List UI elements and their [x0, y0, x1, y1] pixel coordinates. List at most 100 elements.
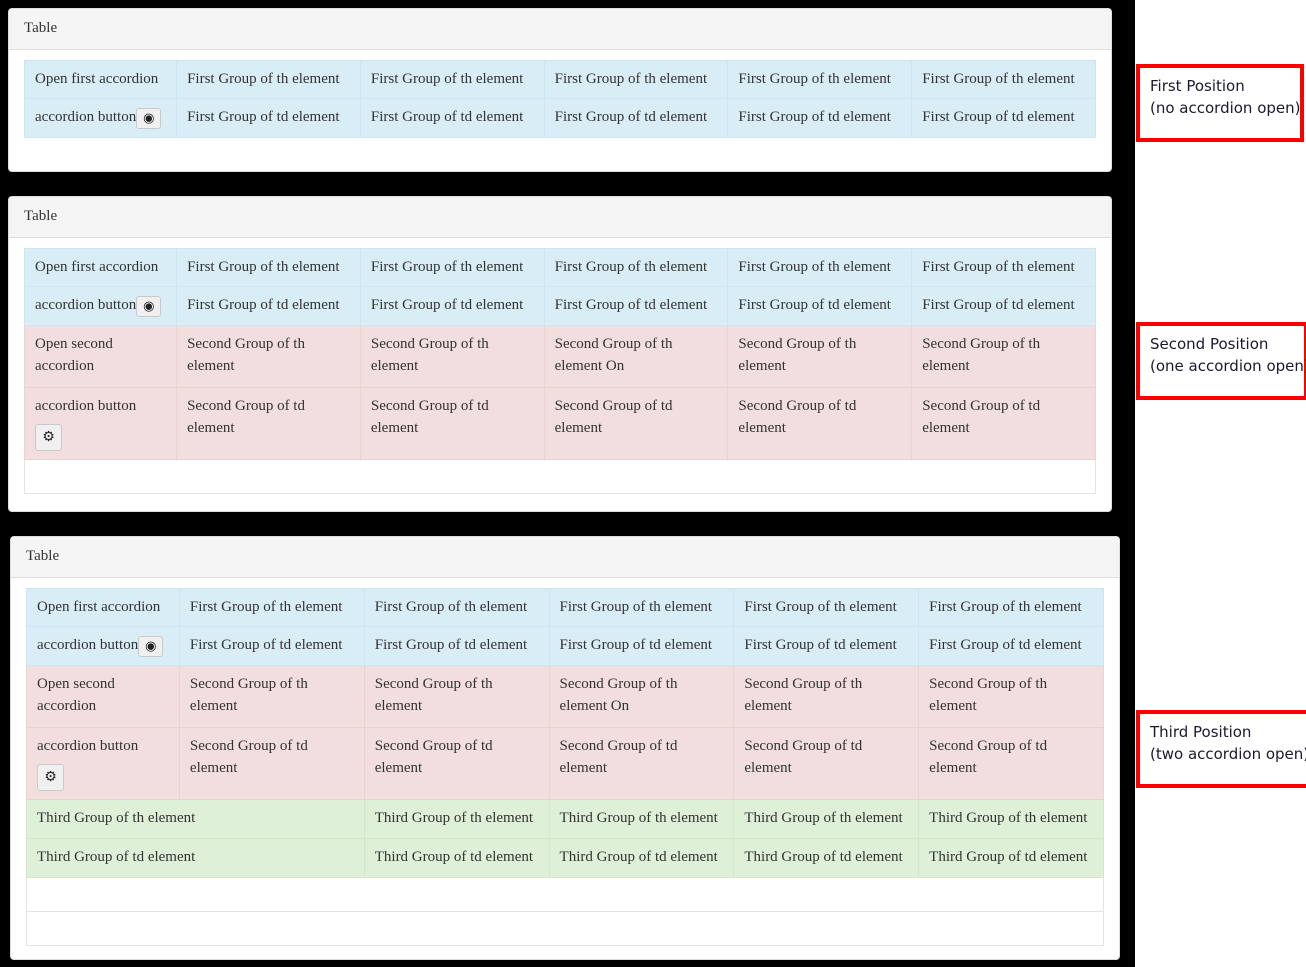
accordion-button-cell: accordion button ◉ [23, 98, 178, 139]
table-data-cell: First Group of td element [548, 626, 735, 667]
table-header-cell: Second Group of th element On [548, 665, 735, 729]
table-data-cell: First Group of td element [911, 286, 1096, 327]
table-row: Open second accordion Second Group of th… [23, 325, 1096, 389]
table-header-cell: First Group of th element [359, 59, 545, 100]
open-second-accordion-header[interactable]: Open second accordion [23, 325, 178, 389]
table-data-cell: First Group of td element [178, 626, 365, 667]
table-header-cell: First Group of th element [363, 587, 550, 628]
table-row: Open first accordion First Group of th e… [23, 59, 1096, 100]
eye-icon-button[interactable]: ◉ [138, 635, 164, 657]
table-header-cell: First Group of th element [548, 587, 735, 628]
callout-line-1: Third Position [1150, 723, 1252, 741]
annotation-callout-second-position: Second Position (one accordion open) [1136, 322, 1306, 400]
accordion-button-label: accordion button [37, 637, 139, 654]
table-row-empty [24, 459, 1096, 495]
empty-cell [26, 910, 1104, 946]
table-row-empty [26, 876, 1104, 912]
accordion-table: Open first accordion First Group of th e… [23, 59, 1096, 139]
table-row-empty [26, 910, 1104, 946]
panel-body: Open first accordion First Group of th e… [9, 50, 1111, 154]
accordion-button-cell: accordion button ⚙ [26, 727, 180, 801]
table-header-cell: Second Group of th element [178, 665, 365, 729]
table-data-cell: First Group of td element [359, 98, 545, 139]
screenshot-root: Table Open first accordion First Group o… [0, 0, 1306, 967]
open-second-accordion-header[interactable]: Open second accordion [26, 665, 180, 729]
empty-cell [26, 876, 1104, 912]
open-first-accordion-header[interactable]: Open first accordion [26, 587, 180, 628]
table-data-cell: Second Group of td element [911, 387, 1096, 461]
eye-icon: ◉ [145, 638, 157, 654]
table-data-cell: Third Group of td element [548, 838, 735, 878]
table-header-cell: First Group of th element [359, 247, 545, 288]
accordion-button-label: accordion button [35, 297, 137, 314]
table-header-cell: First Group of th element [727, 59, 913, 100]
table-panel-first-position: Table Open first accordion First Group o… [8, 8, 1112, 172]
accordion-button-label: accordion button [35, 109, 137, 126]
table-row: accordion button ◉ First Group of td elem… [26, 626, 1104, 667]
table-row: accordion button ◉ First Group of td elem… [23, 286, 1096, 327]
table-data-cell: Third Group of td element [26, 838, 365, 878]
table-data-cell: Third Group of td element [918, 838, 1104, 878]
table-header-cell: Third Group of th element [363, 799, 550, 840]
table-header-cell: First Group of th element [918, 587, 1104, 628]
table-data-cell: First Group of td element [543, 98, 729, 139]
accordion-button-cell: accordion button ⚙ [23, 387, 178, 461]
open-first-accordion-header[interactable]: Open first accordion [23, 247, 178, 288]
table-data-cell: First Group of td element [176, 98, 361, 139]
table-row: accordion button ⚙ Second Group of td ele… [23, 387, 1096, 461]
table-header-cell: First Group of th element [543, 247, 729, 288]
table-header-cell: Third Group of th element [26, 799, 365, 840]
table-data-cell: Second Group of td element [359, 387, 545, 461]
table-data-cell: Second Group of td element [918, 727, 1104, 801]
table-header-cell: Second Group of th element [363, 665, 550, 729]
eye-icon-button[interactable]: ◉ [136, 107, 162, 129]
table-data-cell: First Group of td element [363, 626, 550, 667]
table-data-cell: First Group of td element [727, 98, 913, 139]
panel-body: Open first accordion First Group of th e… [9, 238, 1111, 510]
table-data-cell: Second Group of td element [733, 727, 920, 801]
accordion-table: Open first accordion First Group of th e… [23, 247, 1096, 495]
callout-line-2: (no accordion open) [1150, 98, 1301, 117]
callout-line-2: (two accordion open) [1150, 744, 1306, 763]
table-data-cell: First Group of td element [911, 98, 1096, 139]
panel-title: Table [9, 197, 1111, 238]
annotation-callout-third-position: Third Position (two accordion open) [1136, 710, 1306, 788]
panel-title: Table [9, 9, 1111, 50]
table-header-cell: Third Group of th element [548, 799, 735, 840]
table-header-cell: First Group of th element [178, 587, 365, 628]
table-header-cell: First Group of th element [727, 247, 913, 288]
callout-line-2: (one accordion open) [1150, 356, 1306, 375]
table-header-cell: Second Group of th element [918, 665, 1104, 729]
table-data-cell: Second Group of td element [548, 727, 735, 801]
table-header-cell: First Group of th element [543, 59, 729, 100]
table-header-cell: Second Group of th element [733, 665, 920, 729]
table-data-cell: Second Group of td element [727, 387, 913, 461]
callout-line-1: First Position [1150, 77, 1245, 95]
table-row: accordion button ◉ First Group of td elem… [23, 98, 1096, 139]
annotation-callout-first-position: First Position (no accordion open) [1136, 64, 1304, 142]
table-header-cell: Second Group of th element On [543, 325, 729, 389]
table-header-cell: Second Group of th element [176, 325, 361, 389]
gear-icon-button[interactable]: ⚙ [37, 764, 64, 792]
gear-icon: ⚙ [44, 769, 57, 786]
table-header-cell: Second Group of th element [359, 325, 545, 389]
table-data-cell: First Group of td element [733, 626, 920, 667]
table-header-cell: Third Group of th element [918, 799, 1104, 840]
accordion-button-label: accordion button [35, 398, 137, 415]
table-data-cell: Second Group of td element [176, 387, 361, 461]
accordion-button-cell: accordion button ◉ [26, 626, 180, 667]
gear-icon: ⚙ [42, 429, 55, 446]
table-data-cell: First Group of td element [727, 286, 913, 327]
table-row: Third Group of th element Third Group of… [26, 799, 1104, 840]
open-first-accordion-header[interactable]: Open first accordion [23, 59, 178, 100]
table-row: accordion button ⚙ Second Group of td ele… [26, 727, 1104, 801]
accordion-button-cell: accordion button ◉ [23, 286, 178, 327]
table-data-cell: Third Group of td element [733, 838, 920, 878]
table-header-cell: Second Group of th element [727, 325, 913, 389]
table-header-cell: First Group of th element [176, 59, 361, 100]
eye-icon-button[interactable]: ◉ [136, 295, 162, 317]
eye-icon: ◉ [143, 298, 155, 314]
table-data-cell: First Group of td element [543, 286, 729, 327]
table-row: Third Group of td element Third Group of… [26, 838, 1104, 878]
gear-icon-button[interactable]: ⚙ [35, 424, 62, 452]
